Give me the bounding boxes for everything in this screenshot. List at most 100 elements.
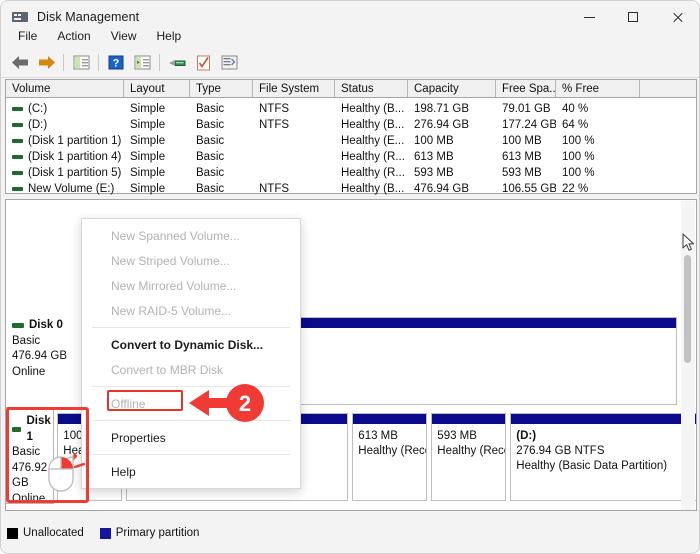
column-header-volume[interactable]: Volume [6, 80, 124, 97]
menu-item-convert-to-mbr-disk: Convert to MBR Disk [111, 362, 224, 377]
column-header-status[interactable]: Status [335, 80, 408, 97]
column-header-pct-free[interactable]: % Free [556, 80, 640, 97]
legend-item-primary-partition: Primary partition [99, 527, 199, 539]
table-row[interactable]: (D:) Simple Basic NTFS Healthy (B... 276… [6, 117, 696, 133]
show-action-pane-icon[interactable] [216, 51, 242, 75]
menu-separator [92, 454, 290, 455]
menu-item-new-striped-volume: New Striped Volume... [111, 253, 230, 268]
partition-size: 613 MB [358, 430, 398, 442]
volume-icon [12, 187, 23, 191]
cell-volume: (Disk 1 partition 4) [6, 151, 124, 163]
volume-icon [12, 139, 23, 143]
capacity-bar [353, 414, 427, 425]
partition-size: 276.94 GB NTFS [516, 445, 605, 457]
menu-help[interactable]: Help [149, 26, 192, 46]
legend-item-unallocated: Unallocated [7, 527, 84, 539]
forward-arrow-icon[interactable] [33, 51, 59, 75]
menu-item-new-raid5-volume: New RAID-5 Volume... [111, 303, 232, 318]
menu-separator [92, 327, 290, 328]
menu-bar: File Action View Help [1, 24, 699, 47]
volume-icon [12, 171, 23, 175]
highlight-box-properties [107, 390, 183, 411]
cell-pct-free: 100 % [562, 135, 595, 147]
volume-icon [12, 123, 23, 127]
cell-volume: (C:) [6, 103, 124, 115]
cell-status: Healthy (R... [341, 151, 405, 163]
cell-pct-free: 100 % [562, 167, 595, 179]
menu-file[interactable]: File [10, 26, 47, 46]
volume-icon [12, 155, 23, 159]
cell-volume: (D:) [6, 119, 124, 131]
table-row[interactable]: (Disk 1 partition 1) Simple Basic Health… [6, 133, 696, 149]
disk-management-window: Disk Management File Action View Help ? … [0, 0, 700, 554]
disk-context-menu: New Spanned Volume... New Striped Volume… [81, 218, 301, 489]
table-row[interactable]: New Volume (E:) Simple Basic NTFS Health… [6, 181, 696, 197]
column-header-type[interactable]: Type [190, 80, 253, 97]
cell-free-space: 177.24 GB [502, 119, 556, 131]
toolbar-separator [159, 54, 160, 71]
legend: Unallocated Primary partition [7, 527, 215, 539]
rescan-disks-icon[interactable] [164, 51, 190, 75]
table-row[interactable]: (Disk 1 partition 5) Simple Basic Health… [6, 165, 696, 181]
cell-pct-free: 22 % [562, 183, 589, 195]
partition-block[interactable]: 613 MB Healthy (Recov [352, 413, 428, 501]
mouse-cursor [682, 233, 695, 257]
cell-status: Healthy (B... [341, 119, 405, 131]
partition-block[interactable]: 593 MB Healthy (Recov [431, 413, 507, 501]
cell-type: Basic [196, 183, 225, 195]
window-title: Disk Management [37, 10, 140, 24]
toolbar-separator [98, 54, 99, 71]
cell-free-space: 593 MB [502, 167, 542, 179]
cell-volume: (Disk 1 partition 5) [6, 167, 124, 179]
column-header-filler [640, 80, 696, 97]
table-row[interactable]: (C:) Simple Basic NTFS Healthy (B... 198… [6, 101, 696, 117]
column-header-layout[interactable]: Layout [124, 80, 190, 97]
partition-status: Healthy (Recov [437, 445, 505, 457]
disk-icon [12, 323, 24, 329]
cell-free-space: 79.01 GB [502, 103, 551, 115]
partition-size: 593 MB [437, 430, 477, 442]
cell-pct-free: 100 % [562, 151, 595, 163]
disk-management-icon [12, 9, 28, 25]
toolbar-separator [63, 54, 64, 71]
cell-free-space: 100 MB [502, 135, 542, 147]
cell-free-space: 106.55 GB [502, 183, 556, 195]
properties-list-icon[interactable] [129, 51, 155, 75]
help-icon[interactable]: ? [103, 51, 129, 75]
column-header-capacity[interactable]: Capacity [408, 80, 496, 97]
column-header-file-system[interactable]: File System [253, 80, 335, 97]
legend-swatch-primary [99, 527, 111, 539]
cell-layout: Simple [130, 167, 166, 179]
step-2-callout: 2 [187, 382, 267, 433]
step-badge-number: 2 [239, 391, 251, 416]
cell-layout: Simple [130, 119, 166, 131]
legend-label-unallocated: Unallocated [23, 527, 84, 539]
cell-type: Basic [196, 103, 225, 115]
cell-file-system: NTFS [259, 103, 290, 115]
cell-capacity: 613 MB [414, 151, 454, 163]
cell-layout: Simple [130, 103, 166, 115]
scrollbar-thumb[interactable] [684, 255, 691, 363]
cell-capacity: 593 MB [414, 167, 454, 179]
menu-item-new-mirrored-volume: New Mirrored Volume... [111, 278, 237, 293]
volume-table-body: (C:) Simple Basic NTFS Healthy (B... 198… [5, 98, 697, 197]
cell-capacity: 100 MB [414, 135, 454, 147]
menu-action[interactable]: Action [49, 26, 100, 46]
cell-pct-free: 40 % [562, 103, 589, 115]
cell-type: Basic [196, 151, 225, 163]
cell-layout: Simple [130, 151, 166, 163]
partition-status: Healthy (Recov [358, 445, 426, 457]
partition-status: Healthy (Basic Data Partition) [516, 460, 668, 472]
back-arrow-icon[interactable] [7, 51, 33, 75]
menu-item-help[interactable]: Help [82, 459, 300, 484]
cell-type: Basic [196, 119, 225, 131]
column-header-free-space[interactable]: Free Spa... [496, 80, 556, 97]
check-disk-icon[interactable] [190, 51, 216, 75]
partition-label: (D:) [516, 430, 537, 442]
show-hide-console-tree-icon[interactable] [68, 51, 94, 75]
table-row[interactable]: (Disk 1 partition 4) Simple Basic Health… [6, 149, 696, 165]
partition-block[interactable]: (D:) 276.94 GB NTFS Healthy (Basic Data … [510, 413, 696, 501]
menu-item-convert-to-dynamic-disk[interactable]: Convert to Dynamic Disk... [82, 332, 300, 357]
menu-view[interactable]: View [103, 26, 147, 46]
cell-capacity: 276.94 GB [414, 119, 469, 131]
